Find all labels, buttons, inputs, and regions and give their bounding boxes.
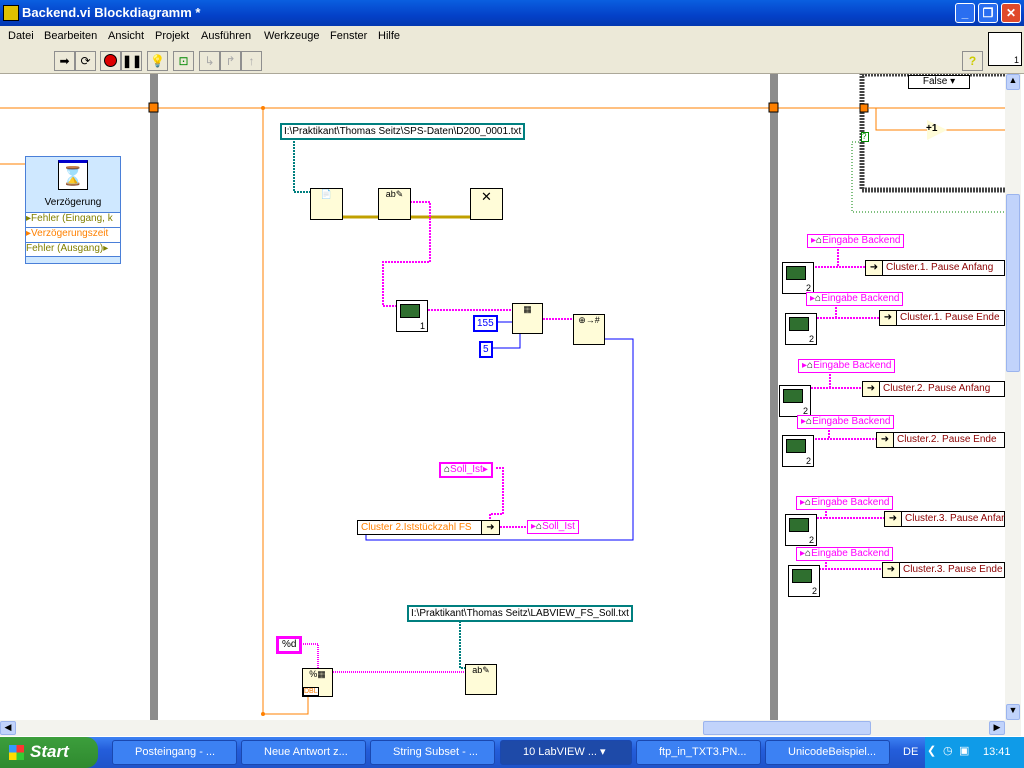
menu-datei[interactable]: Datei (8, 30, 34, 42)
sequence-frame-border (770, 74, 778, 720)
delay-express-vi[interactable]: ⌛ Verzögerung ▸Fehler (Eingang, k ▸Verzö… (25, 156, 121, 264)
connector-pane-icon: 1 (988, 32, 1022, 66)
bundle-by-name-element[interactable]: Cluster 2.Iststückzahl FS ➜ (357, 520, 500, 535)
system-tray: ❮ ◷ ▣ 13:41 (925, 737, 1024, 768)
menu-hilfe[interactable]: Hilfe (378, 30, 400, 42)
start-button[interactable]: Start (0, 737, 98, 768)
task-neue-antwort[interactable]: Neue Antwort z... (241, 740, 366, 765)
task-posteingang[interactable]: Posteingang - ... (112, 740, 237, 765)
terminal-error-out[interactable]: Fehler (Ausgang)▸ (26, 242, 120, 257)
unbundle-element[interactable]: ➜ Cluster.2. Pause Anfang (862, 381, 1005, 397)
subvi-2[interactable]: 2 (782, 435, 814, 467)
tray-expand-icon[interactable]: ❮ (927, 744, 936, 757)
step-out-icon[interactable]: ↑ (241, 51, 262, 71)
minimize-button[interactable]: _ (955, 3, 975, 23)
toolbar: ➡ ⟳ ❚❚ 💡 ⊡ ↳ ↱ ↑ ? 1 (0, 32, 1024, 74)
abort-icon[interactable] (100, 51, 121, 71)
constant-155[interactable]: 155 (473, 315, 498, 332)
local-variable-eingabe-backend[interactable]: ▸⌂Eingabe Backend (796, 547, 894, 561)
menu-fenster[interactable]: Fenster (330, 30, 367, 42)
language-indicator[interactable]: DE (903, 746, 918, 758)
horizontal-scrollbar[interactable]: ◀ ▶ (0, 720, 1021, 736)
subvi-2[interactable]: 2 (785, 313, 817, 345)
pause-icon[interactable]: ❚❚ (121, 51, 142, 71)
step-over-icon[interactable]: ↱ (220, 51, 241, 71)
format-string-constant[interactable]: %d (276, 636, 303, 654)
unbundle-element[interactable]: ➜ Cluster.1. Pause Anfang (865, 260, 1005, 276)
task-labview[interactable]: 10 LabVIEW ... ▾ (500, 740, 632, 765)
write-text-file-node[interactable]: ab✎ (378, 188, 411, 220)
scroll-left-button[interactable]: ◀ (0, 721, 16, 735)
run-arrow-icon[interactable]: ➡ (54, 51, 75, 71)
case-selector[interactable]: False ▾ (908, 75, 970, 89)
close-file-node[interactable]: ✕ (470, 188, 503, 220)
scrollbar-thumb[interactable] (1006, 194, 1020, 372)
menu-ausfuehren[interactable]: Ausführen (201, 30, 251, 42)
decimal-string-to-number-node[interactable]: ⊕→# (573, 314, 605, 345)
sequence-frame-border (150, 74, 158, 720)
constant-5[interactable]: 5 (479, 341, 493, 358)
local-variable-eingabe-backend[interactable]: ▸⌂Eingabe Backend (806, 292, 904, 306)
scroll-up-button[interactable]: ▲ (1006, 74, 1020, 90)
case-terminal[interactable]: ? (861, 132, 869, 142)
wires (0, 74, 1005, 720)
menu-ansicht[interactable]: Ansicht (108, 30, 144, 42)
task-ftp-in-txt3[interactable]: ftp_in_TXT3.PN... (636, 740, 761, 765)
subvi-2[interactable]: 2 (788, 565, 820, 597)
open-file-node[interactable]: 📄 (310, 188, 343, 220)
terminal-delay-time[interactable]: ▸Verzögerungszeit (26, 227, 120, 242)
subvi-1[interactable]: 1 (396, 300, 428, 332)
terminal-error-in[interactable]: ▸Fehler (Eingang, k (26, 212, 120, 227)
local-variable-eingabe-backend[interactable]: ▸⌂Eingabe Backend (797, 415, 895, 429)
run-continuous-icon[interactable]: ⟳ (75, 51, 96, 71)
windows-logo-icon (9, 745, 24, 760)
retain-wire-values-icon[interactable]: ⊡ (173, 51, 194, 71)
increment-label: +1 (926, 123, 938, 134)
step-into-icon[interactable]: ↳ (199, 51, 220, 71)
taskbar: Start Posteingang - ... Neue Antwort z..… (0, 737, 1024, 768)
scrollbar-thumb[interactable] (703, 721, 871, 735)
tunnel (148, 102, 159, 113)
path-constant-2[interactable]: I:\Praktikant\Thomas Seitz\LABVIEW_FS_So… (407, 605, 633, 622)
path-constant-1[interactable]: I:\Praktikant\Thomas Seitz\SPS-Daten\D20… (280, 123, 526, 140)
menu-projekt[interactable]: Projekt (155, 30, 189, 42)
local-variable-eingabe-backend[interactable]: ▸⌂Eingabe Backend (807, 234, 905, 248)
labview-icon (3, 5, 19, 21)
scroll-down-button[interactable]: ▼ (1006, 704, 1020, 720)
write-text-file-node-2[interactable]: ab✎ (465, 664, 497, 695)
menu-bar: Datei Bearbeiten Ansicht Projekt Ausführ… (0, 26, 1024, 46)
tray-clock-app-icon[interactable]: ◷ (943, 744, 953, 757)
task-unicodebeispiel[interactable]: UnicodeBeispiel... (765, 740, 890, 765)
tunnel (768, 102, 779, 113)
subvi-2[interactable]: 2 (785, 514, 817, 546)
format-into-string-node[interactable]: %▦ DBL (302, 668, 333, 697)
menu-bearbeiten[interactable]: Bearbeiten (44, 30, 97, 42)
unbundle-element[interactable]: ➜ Cluster.2. Pause Ende (876, 432, 1005, 448)
local-variable-soll-ist-write[interactable]: ▸⌂Soll_Ist (527, 520, 579, 534)
maximize-button[interactable]: ❐ (978, 3, 998, 23)
task-string-subset[interactable]: String Subset - ... (370, 740, 495, 765)
unbundle-element[interactable]: ➜ Cluster.3. Pause Anfang (884, 511, 1005, 527)
subvi-2[interactable]: 2 (779, 385, 811, 417)
unbundle-element[interactable]: ➜ Cluster.3. Pause Ende (882, 562, 1005, 578)
unbundle-element[interactable]: ➜ Cluster.1. Pause Ende (879, 310, 1005, 326)
menu-werkzeuge[interactable]: Werkzeuge (264, 30, 319, 42)
close-button[interactable]: ✕ (1001, 3, 1021, 23)
highlight-execution-icon[interactable]: 💡 (147, 51, 168, 71)
help-button[interactable]: ? (962, 51, 983, 71)
network-icon[interactable]: ▣ (959, 744, 969, 757)
local-variable-eingabe-backend[interactable]: ▸⌂Eingabe Backend (798, 359, 896, 373)
string-subset-node[interactable]: ▦ (512, 303, 543, 334)
local-variable-soll-ist-read[interactable]: ⌂Soll_Ist▸ (439, 462, 493, 478)
subvi-2[interactable]: 2 (782, 262, 814, 294)
scroll-right-button[interactable]: ▶ (989, 721, 1005, 735)
title-bar: Backend.vi Blockdiagramm * _ ❐ ✕ (0, 0, 1024, 26)
clock: 13:41 (983, 746, 1011, 758)
vertical-scrollbar[interactable]: ▲ ▼ (1005, 74, 1021, 720)
delay-title: Verzögerung (44, 197, 102, 208)
hourglass-icon: ⌛ (58, 160, 88, 190)
block-diagram[interactable]: ⌛ Verzögerung ▸Fehler (Eingang, k ▸Verzö… (0, 74, 1005, 720)
local-variable-eingabe-backend[interactable]: ▸⌂Eingabe Backend (796, 496, 894, 510)
window-title: Backend.vi Blockdiagramm * (22, 5, 201, 20)
